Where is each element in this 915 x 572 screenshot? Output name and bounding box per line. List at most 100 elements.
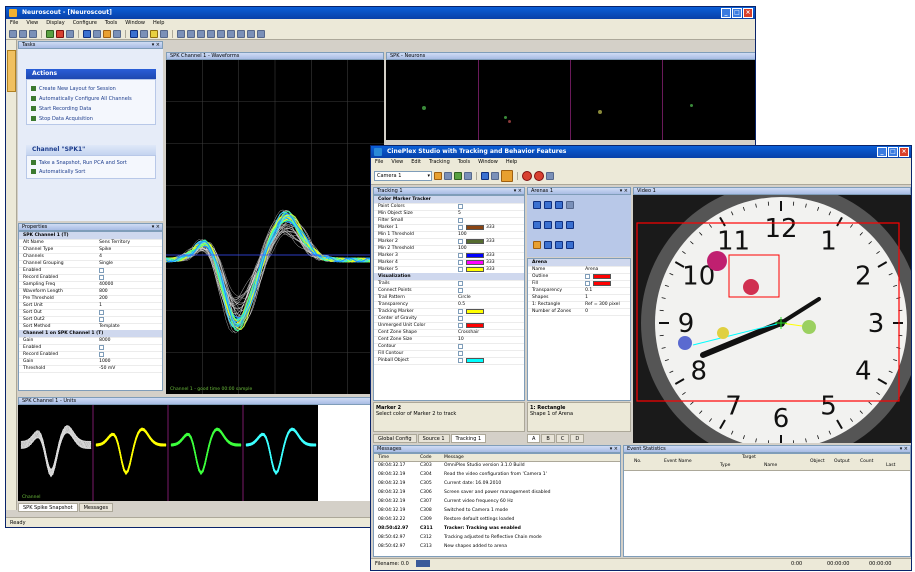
property-checkbox[interactable] <box>99 275 105 280</box>
panel-pin-icon[interactable]: ▾ × <box>610 447 618 452</box>
channel-header[interactable]: Channel "SPK1" <box>26 145 156 155</box>
color-swatch[interactable] <box>466 309 484 314</box>
property-checkbox[interactable] <box>458 316 463 321</box>
message-row[interactable]: 08:04:32.19 C306 Screen saver and power ma… <box>374 489 620 496</box>
toolbox-tab[interactable] <box>7 50 16 92</box>
channel-icon[interactable] <box>217 29 225 38</box>
property-checkbox[interactable] <box>458 225 463 230</box>
color-swatch[interactable] <box>466 260 484 265</box>
menu-item[interactable]: Window <box>125 19 145 28</box>
panel-pin-icon[interactable]: ▾ × <box>152 225 160 230</box>
messages-panel-title[interactable]: Messages ▾ × <box>373 445 621 453</box>
tab-item[interactable]: B <box>541 434 555 443</box>
message-row[interactable]: 08:50:42.97 C313 New shapes added to arena <box>374 543 620 550</box>
print-icon[interactable] <box>464 171 472 180</box>
units-view[interactable]: Channel <box>18 405 318 501</box>
property-checkbox[interactable] <box>99 317 105 322</box>
col-last[interactable]: Last <box>886 463 895 468</box>
unit-icon[interactable] <box>227 29 235 38</box>
prev-icon[interactable] <box>177 29 185 38</box>
close-button[interactable]: × <box>743 8 753 18</box>
snapshot-icon[interactable] <box>113 29 121 38</box>
spike-waveform-view[interactable]: Channel 1 - good time 00:00 sample <box>166 60 384 394</box>
task-start-recording[interactable]: Start Recording Data <box>31 106 91 112</box>
record-icon[interactable] <box>522 170 532 181</box>
play-icon[interactable] <box>197 29 205 38</box>
arena-panel-title[interactable]: Arenas 1 ▾ × <box>527 187 631 195</box>
col-code[interactable]: Code <box>420 454 432 461</box>
col-target-name[interactable]: Name <box>764 463 777 468</box>
rect-icon[interactable] <box>544 221 552 229</box>
record-stop-icon[interactable] <box>534 170 544 181</box>
tasks-panel-title[interactable]: Tasks ▾ × <box>18 41 163 49</box>
tab-item[interactable]: Messages <box>78 503 114 512</box>
property-checkbox[interactable] <box>99 310 105 315</box>
tab-item[interactable]: D <box>570 434 585 443</box>
tracking-marker-3[interactable] <box>802 320 816 334</box>
tracking-marker-1[interactable] <box>707 251 727 271</box>
col-object[interactable]: Object <box>810 459 825 464</box>
pointer-icon[interactable] <box>533 201 541 209</box>
circle-icon[interactable] <box>566 221 574 229</box>
arena-select-icon[interactable] <box>533 241 541 249</box>
pca-icon[interactable] <box>130 29 138 38</box>
menu-item[interactable]: File <box>10 19 18 28</box>
tracking-marker-5[interactable] <box>717 327 729 339</box>
col-target-type[interactable]: Type <box>720 463 730 468</box>
neuron-panel-title[interactable]: SPK - Neurons <box>386 52 755 60</box>
zone-icon[interactable] <box>491 171 499 180</box>
color-swatch[interactable] <box>593 281 612 286</box>
property-checkbox[interactable] <box>458 358 463 363</box>
next-icon[interactable] <box>187 29 195 38</box>
menu-item[interactable]: View <box>391 158 403 167</box>
task-snapshot-pca[interactable]: Take a Snapshot, Run PCA and Sort <box>31 160 127 166</box>
toolbox-strip[interactable] <box>6 40 17 510</box>
property-checkbox[interactable] <box>458 309 463 314</box>
units-panel-title[interactable]: SPK Channel 1 - Units <box>18 397 384 405</box>
message-row[interactable]: 08:04:32.22 C309 Restore default settings … <box>374 516 620 523</box>
neuron-video-view[interactable] <box>386 60 755 140</box>
tab-item[interactable]: C <box>555 434 570 443</box>
event-stats-title[interactable]: Event Statistics ▾ × <box>623 445 911 453</box>
layout-icon[interactable] <box>93 29 101 38</box>
col-message[interactable]: Message <box>444 454 464 461</box>
ellipse-icon[interactable] <box>533 221 541 229</box>
col-no[interactable]: No. <box>634 459 641 464</box>
zoom-out-icon[interactable] <box>257 29 265 38</box>
color-swatch[interactable] <box>466 225 484 230</box>
property-checkbox[interactable] <box>458 253 463 258</box>
front-window-titlebar[interactable]: CinePlex Studio with Tracking and Behavi… <box>371 146 911 158</box>
menu-item[interactable]: Tracking <box>429 158 450 167</box>
save-icon[interactable] <box>444 171 452 180</box>
property-checkbox[interactable] <box>99 345 105 350</box>
color-swatch[interactable] <box>593 274 612 279</box>
property-checkbox[interactable] <box>585 281 591 286</box>
message-row[interactable]: 08:04:32.19 C308 Switched to Camera 1 mode <box>374 507 620 514</box>
export-icon[interactable] <box>454 171 462 180</box>
camera-select[interactable]: Camera 1 ▾ <box>374 170 432 181</box>
color-swatch[interactable] <box>466 358 484 363</box>
color-swatch[interactable] <box>466 323 484 328</box>
property-row[interactable]: Number of Zones 0 <box>528 308 630 316</box>
task-stop-acquisition[interactable]: Stop Data Acquisition <box>31 116 93 122</box>
highlight-icon[interactable] <box>501 169 513 182</box>
settings-icon[interactable] <box>546 171 554 180</box>
color-swatch[interactable] <box>466 267 484 272</box>
message-row[interactable]: 08:04:32.17 C303 OmniPlex Studio version 3… <box>374 462 620 469</box>
remove-icon[interactable] <box>555 201 563 209</box>
col-output[interactable]: Output <box>834 459 850 464</box>
property-checkbox[interactable] <box>458 260 463 265</box>
message-row[interactable]: 08:04:32.19 C304 Read the video configurat… <box>374 471 620 478</box>
menu-item[interactable]: Help <box>153 19 164 28</box>
message-row[interactable]: 08:04:32.19 C307 Current video frequency 6… <box>374 498 620 505</box>
filter-icon[interactable] <box>237 29 245 38</box>
track-icon[interactable] <box>481 171 489 180</box>
minimize-button[interactable]: _ <box>721 8 731 18</box>
property-checkbox[interactable] <box>99 352 105 357</box>
property-checkbox[interactable] <box>458 351 463 356</box>
task-auto-sort[interactable]: Automatically Sort <box>31 169 85 175</box>
menu-item[interactable]: Display <box>46 19 64 28</box>
close-button[interactable]: × <box>899 147 909 157</box>
new-icon[interactable] <box>9 29 17 38</box>
menu-item[interactable]: Tools <box>105 19 117 28</box>
